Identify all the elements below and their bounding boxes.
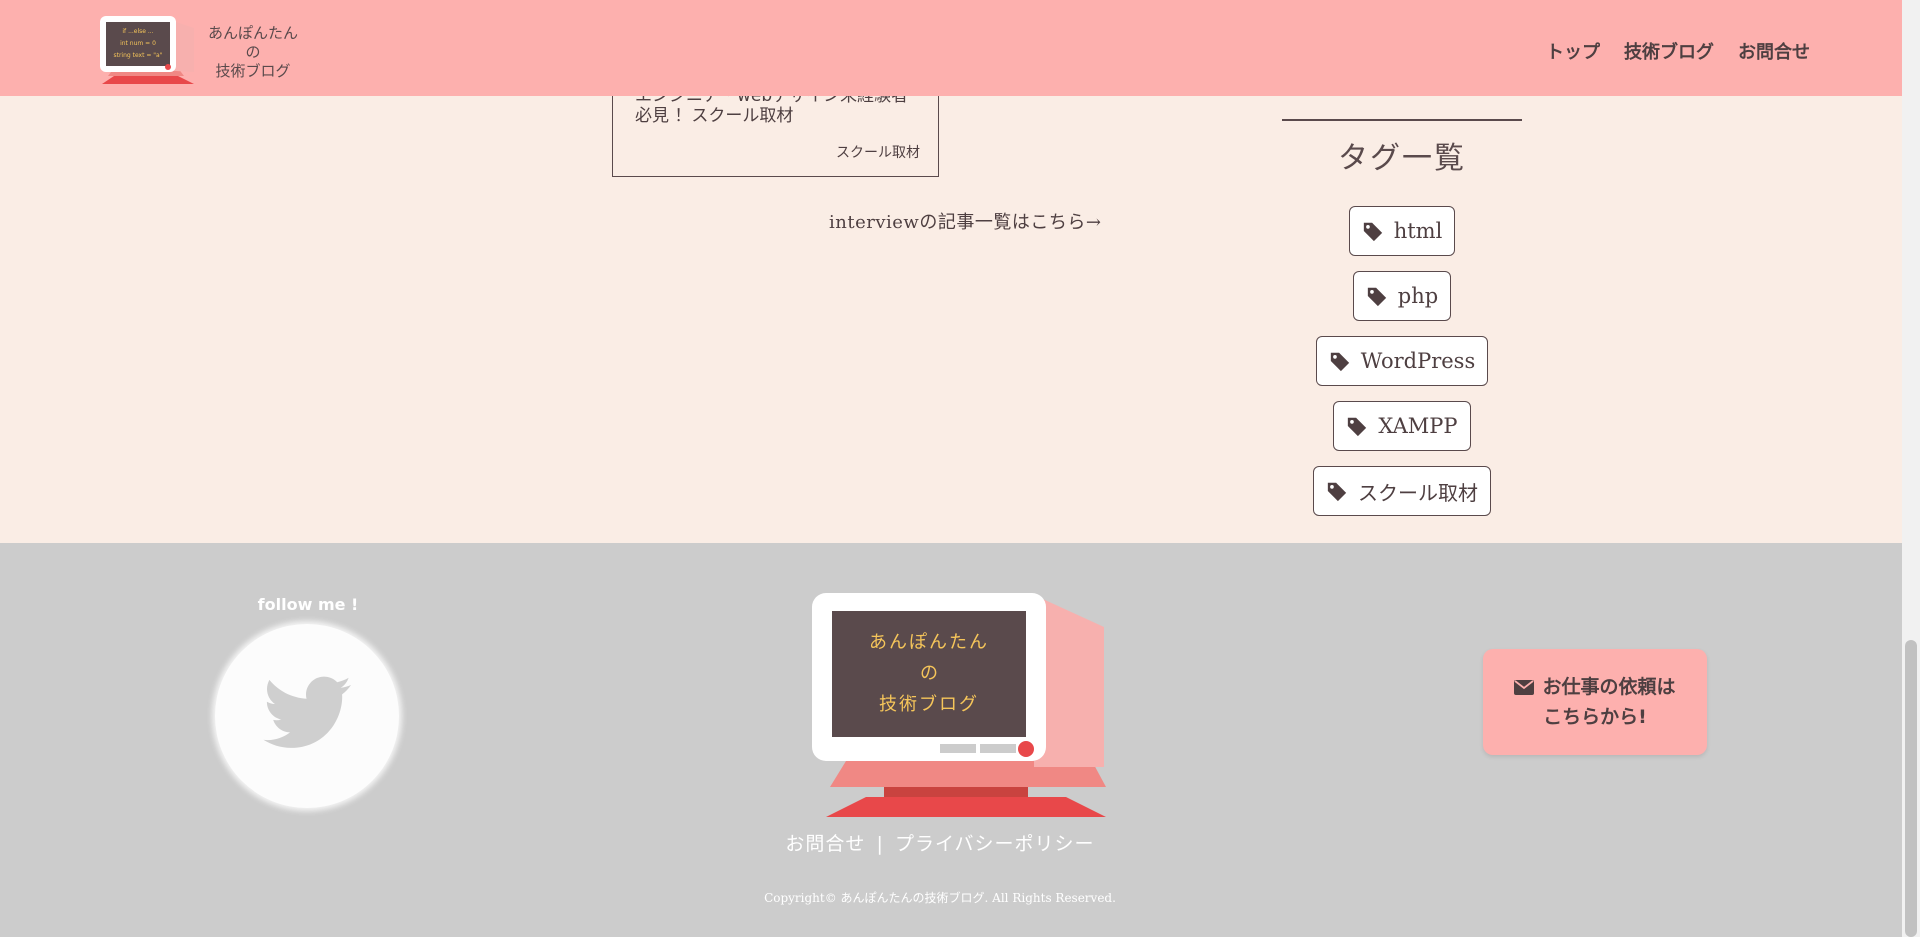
- svg-text:技術ブログ: 技術ブログ: [879, 693, 979, 715]
- page-scrollbar[interactable]: [1902, 0, 1920, 937]
- tag-button-wordpress[interactable]: WordPress: [1315, 336, 1489, 386]
- tag-button-html[interactable]: html: [1348, 206, 1456, 256]
- tag-label: php: [1397, 284, 1439, 308]
- site-title-line: あんぽんたん: [207, 24, 298, 42]
- tag-button-xampp[interactable]: XAMPP: [1333, 401, 1471, 451]
- tag-button-school-interview[interactable]: スクール取材: [1313, 466, 1491, 516]
- footer-contact-link[interactable]: お問合せ: [785, 833, 865, 855]
- job-request-button[interactable]: お仕事の依頼は こちらから!: [1483, 649, 1707, 755]
- svg-text:int num = 0: int num = 0: [120, 40, 156, 47]
- twitter-icon: [263, 676, 351, 748]
- article-card-tag: スクール取材: [836, 145, 920, 161]
- tag-icon: [1348, 417, 1367, 437]
- tag-label: WordPress: [1360, 349, 1476, 373]
- tag-label: XAMPP: [1378, 414, 1458, 438]
- monitor-logo-icon: if ...else ... int num = 0 string text =…: [100, 16, 194, 84]
- scrollbar-thumb[interactable]: [1905, 640, 1917, 937]
- site-title[interactable]: あんぽんたん の 技術ブログ: [200, 24, 306, 81]
- tag-label: スクール取材: [1358, 480, 1478, 505]
- nav-contact-link[interactable]: お問合せ: [1738, 38, 1810, 64]
- svg-text:の: の: [920, 663, 938, 684]
- site-title-line: 技術ブログ: [215, 62, 291, 80]
- svg-text:string text = "a": string text = "a": [113, 52, 162, 59]
- tag-icon: [1330, 352, 1349, 372]
- tag-list: html php WordPress XAMPP スクール取材: [1282, 206, 1522, 516]
- monitor-illustration-icon: あんぽんたん の 技術ブログ: [812, 593, 1106, 817]
- tag-list-heading: タグ一覧: [1338, 141, 1466, 176]
- cta-line: お仕事の依頼は: [1542, 676, 1676, 698]
- twitter-link[interactable]: [215, 624, 399, 808]
- site-header: if ...else ... int num = 0 string text =…: [0, 0, 1902, 96]
- footer-links: お問合せ | プライバシーポリシー: [0, 829, 1880, 856]
- footer-privacy-link[interactable]: プライバシーポリシー: [895, 833, 1095, 855]
- svg-text:あんぽんたん: あんぽんたん: [869, 632, 989, 653]
- nav-top-link[interactable]: トップ: [1546, 38, 1600, 64]
- sidebar-divider: [1282, 119, 1522, 121]
- site-title-line: の: [245, 43, 261, 61]
- follow-me-text: follow me !: [257, 595, 359, 614]
- svg-text:if ...else ...: if ...else ...: [122, 28, 153, 35]
- cta-line: こちらから!: [1543, 706, 1647, 728]
- tag-icon: [1367, 287, 1386, 307]
- footer-link-separator: |: [876, 833, 884, 855]
- tag-icon: [1327, 482, 1347, 502]
- nav-blog-link[interactable]: 技術ブログ: [1624, 38, 1714, 64]
- copyright-text: Copyright© あんぽんたんの技術ブログ. All Rights Rese…: [764, 891, 1116, 905]
- main-nav: トップ 技術ブログ お問合せ: [1546, 38, 1810, 64]
- tag-icon: [1363, 222, 1382, 242]
- interview-list-link[interactable]: interviewの記事一覧はこちら→: [829, 208, 1101, 234]
- envelope-icon: [1514, 679, 1535, 695]
- tag-label: html: [1393, 219, 1443, 243]
- footer-monitor-logo: あんぽんたん の 技術ブログ: [810, 591, 1106, 821]
- site-footer: follow me ! あんぽんたん の 技術ブログ お問合せ | プライバシー…: [0, 543, 1902, 937]
- tag-button-php[interactable]: php: [1352, 271, 1452, 321]
- site-logo[interactable]: if ...else ... int num = 0 string text =…: [98, 14, 194, 90]
